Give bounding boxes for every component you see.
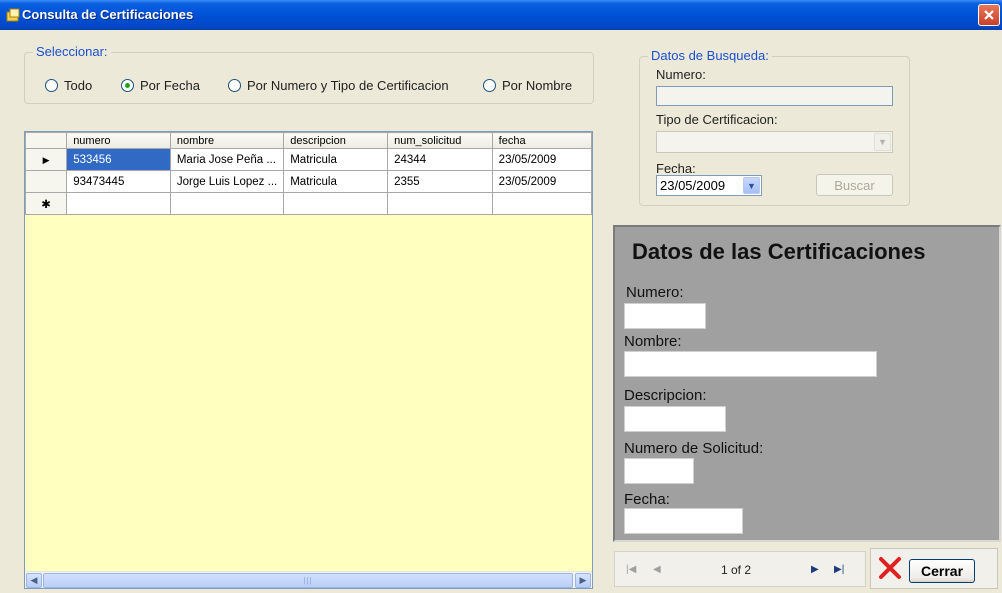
detail-numero-label: Numero:	[626, 284, 684, 301]
scroll-right-icon[interactable]: ▶	[575, 573, 591, 588]
column-header-nombre[interactable]: nombre	[169, 132, 285, 149]
detail-descripcion-field[interactable]	[624, 406, 726, 432]
record-position: 1 of 2	[721, 563, 752, 577]
table-cell[interactable]: 24344	[387, 148, 493, 171]
new-row[interactable]: ✱	[25, 192, 592, 215]
detail-descripcion-label: Descripcion:	[624, 387, 707, 404]
table-cell[interactable]: 23/05/2009	[491, 148, 592, 171]
window-close-button[interactable]	[978, 4, 1000, 26]
row-header-current[interactable]: ▶	[25, 148, 68, 171]
app-icon	[6, 8, 20, 22]
table-cell[interactable]	[491, 192, 592, 215]
radio-por-nombre[interactable]: Por Nombre	[483, 78, 572, 93]
close-panel: Cerrar	[870, 548, 998, 589]
table-cell[interactable]	[66, 192, 171, 215]
search-tipo-label: Tipo de Certificacion:	[656, 112, 778, 127]
radio-icon	[228, 79, 241, 92]
last-record-icon[interactable]: ▶|	[834, 564, 844, 575]
chevron-down-icon[interactable]: ▼	[743, 177, 760, 194]
table-cell[interactable]: 2355	[387, 170, 493, 193]
table-cell[interactable]	[387, 192, 493, 215]
select-group-legend: Seleccionar:	[33, 44, 111, 59]
detail-numero-field[interactable]	[624, 303, 706, 329]
next-record-icon[interactable]: ▶	[811, 564, 819, 575]
search-fecha-picker[interactable]: 23/05/2009 ▼	[656, 175, 762, 196]
row-header[interactable]	[25, 170, 68, 193]
table-cell[interactable]	[283, 192, 389, 215]
table-cell[interactable]: 533456	[66, 148, 171, 171]
search-numero-label: Numero:	[656, 67, 706, 82]
current-row-icon: ▶	[42, 154, 50, 165]
radio-por-fecha[interactable]: Por Fecha	[121, 78, 200, 93]
detail-nombre-field[interactable]	[624, 351, 877, 377]
grid-header-row: numero nombre descripcion num_solicitud …	[25, 132, 592, 149]
grid-corner	[25, 132, 68, 149]
table-cell[interactable]: Maria Jose Peña ...	[169, 148, 285, 171]
radio-checked-icon	[121, 79, 134, 92]
horizontal-scrollbar[interactable]: ◀ ||| ▶	[25, 571, 592, 588]
column-header-num-solicitud[interactable]: num_solicitud	[387, 132, 493, 149]
radio-icon	[45, 79, 58, 92]
table-cell[interactable]	[169, 192, 285, 215]
column-header-numero[interactable]: numero	[66, 132, 171, 149]
search-fecha-value: 23/05/2009	[660, 178, 726, 193]
table-cell[interactable]: Jorge Luis Lopez ...	[169, 170, 285, 193]
radio-todo[interactable]: Todo	[45, 78, 92, 93]
table-cell[interactable]: Matricula	[283, 170, 389, 193]
close-icon	[984, 10, 994, 20]
table-cell[interactable]: Matricula	[283, 148, 389, 171]
close-icon	[879, 557, 901, 579]
detail-panel: Datos de las Certificaciones Numero: Nom…	[613, 225, 1001, 542]
certificaciones-grid[interactable]: numero nombre descripcion num_solicitud …	[24, 131, 593, 589]
detail-solicitud-label: Numero de Solicitud:	[624, 440, 764, 457]
radio-icon	[483, 79, 496, 92]
radio-por-numero-tipo[interactable]: Por Numero y Tipo de Certificacion	[228, 78, 449, 93]
column-header-fecha[interactable]: fecha	[491, 132, 592, 149]
table-row[interactable]: ▶ 533456 Maria Jose Peña ... Matricula 2…	[25, 148, 592, 171]
window-title: Consulta de Certificaciones	[22, 7, 194, 22]
scrollbar-thumb[interactable]: |||	[43, 573, 573, 588]
detail-solicitud-field[interactable]	[624, 458, 694, 484]
buscar-button[interactable]: Buscar	[816, 174, 893, 196]
radio-por-fecha-label: Por Fecha	[140, 78, 200, 93]
detail-fecha-label: Fecha:	[624, 491, 670, 508]
scroll-left-icon[interactable]: ◀	[26, 573, 42, 588]
record-navigator: |◀ ◀ 1 of 2 ▶ ▶|	[614, 551, 866, 587]
column-header-descripcion[interactable]: descripcion	[283, 132, 389, 149]
search-group-legend: Datos de Busqueda:	[648, 48, 772, 63]
search-numero-input[interactable]	[656, 86, 893, 106]
cerrar-button[interactable]: Cerrar	[909, 559, 975, 583]
radio-todo-label: Todo	[64, 78, 93, 93]
detail-heading: Datos de las Certificaciones	[632, 239, 926, 264]
new-row-icon: ✱	[41, 198, 51, 211]
radio-por-numero-tipo-label: Por Numero y Tipo de Certificacion	[247, 78, 449, 93]
detail-fecha-field[interactable]	[624, 508, 743, 534]
row-header-new[interactable]: ✱	[25, 192, 68, 215]
search-fecha-label: Fecha:	[656, 161, 696, 176]
title-bar: Consulta de Certificaciones	[0, 0, 1002, 30]
first-record-icon[interactable]: |◀	[626, 564, 636, 575]
radio-por-nombre-label: Por Nombre	[502, 78, 573, 93]
search-tipo-select[interactable]: ▼	[656, 131, 893, 153]
detail-nombre-label: Nombre:	[624, 333, 682, 350]
chevron-down-icon: ▼	[874, 133, 891, 151]
table-cell[interactable]: 23/05/2009	[491, 170, 592, 193]
table-cell[interactable]: 93473445	[66, 170, 171, 193]
table-row[interactable]: 93473445 Jorge Luis Lopez ... Matricula …	[25, 170, 592, 193]
previous-record-icon[interactable]: ◀	[653, 564, 661, 575]
grid-table: numero nombre descripcion num_solicitud …	[25, 132, 592, 215]
